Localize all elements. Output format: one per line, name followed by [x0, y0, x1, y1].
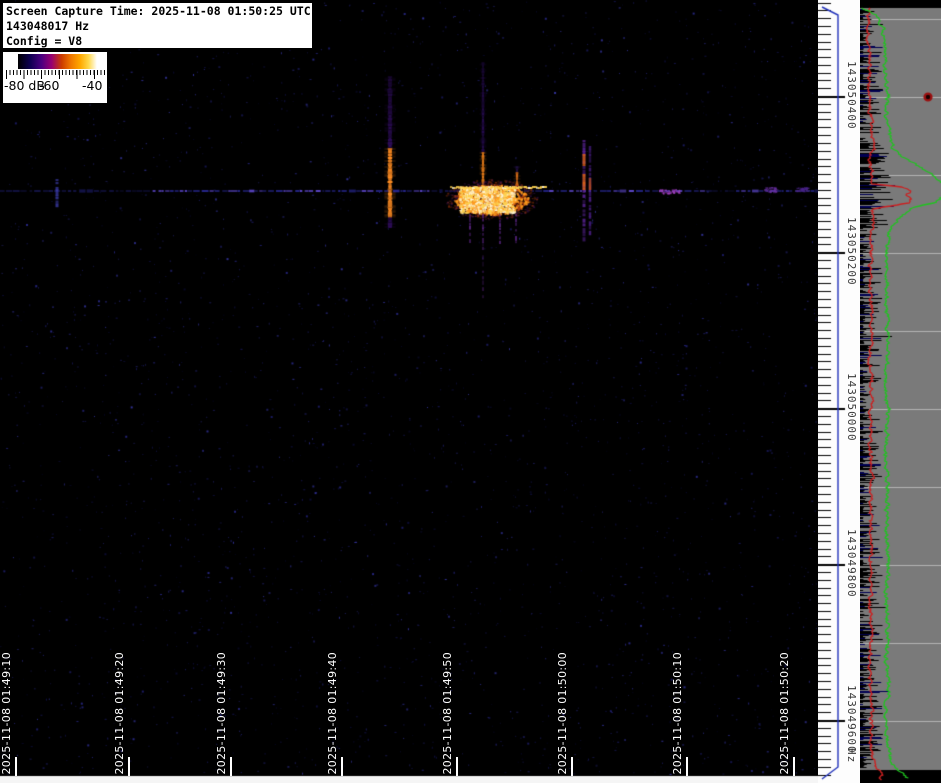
colorbar-label-neg60: -60 [39, 78, 60, 93]
time-tick-5 [571, 757, 573, 776]
capture-config-text: Config = V8 [6, 34, 83, 48]
time-label-0: 2025-11-08 01:49:10 [0, 652, 13, 775]
frequency-unit-label: Hz [845, 748, 858, 764]
time-tick-7 [793, 757, 795, 776]
time-label-7: 2025-11-08 01:50:20 [778, 652, 791, 775]
freq-label-3: 143049800 [845, 529, 858, 598]
time-tick-1 [128, 757, 130, 776]
capture-frequency-text: 143048017 Hz [6, 19, 90, 33]
capture-info-box: Screen Capture Time: 2025-11-08 01:50:25… [2, 2, 313, 49]
time-label-4: 2025-11-08 01:49:50 [441, 652, 454, 775]
freq-label-0: 143050400 [845, 61, 858, 130]
time-tick-6 [686, 757, 688, 776]
time-label-5: 2025-11-08 01:50:00 [556, 652, 569, 775]
spectrum-panel-canvas [860, 0, 941, 783]
time-tick-2 [230, 757, 232, 776]
time-tick-0 [15, 757, 17, 776]
time-label-2: 2025-11-08 01:49:30 [215, 652, 228, 775]
db-colorbar: -80 dB -60 -40 [3, 52, 107, 103]
capture-time-text: Screen Capture Time: 2025-11-08 01:50:25… [6, 4, 311, 18]
time-label-3: 2025-11-08 01:49:40 [326, 652, 339, 775]
colorbar-label-neg40: -40 [82, 78, 103, 93]
freq-label-1: 143050200 [845, 217, 858, 286]
time-label-1: 2025-11-08 01:49:20 [113, 652, 126, 775]
freq-label-2: 143050000 [845, 373, 858, 442]
time-label-6: 2025-11-08 01:50:10 [671, 652, 684, 775]
freq-label-4: 143049600 [845, 685, 858, 754]
time-tick-3 [341, 757, 343, 776]
time-tick-4 [456, 757, 458, 776]
spectrogram-screen-capture: 2025-11-08 01:49:10 2025-11-08 01:49:20 20… [0, 0, 941, 783]
colorbar-gradient [18, 54, 102, 69]
